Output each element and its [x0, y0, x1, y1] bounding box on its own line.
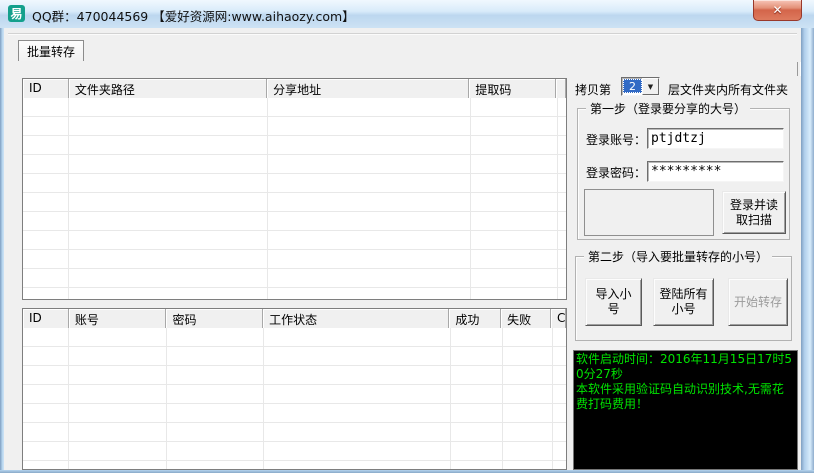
copy-level-prefix-label: 拷贝第: [575, 83, 612, 97]
divider-line: [8, 33, 797, 34]
close-icon: ✕: [772, 3, 783, 17]
step1-groupbox: 第一步（登录要分享的大号） 登录账号： ptjdtzj 登录密码： ******…: [577, 100, 790, 240]
column-header[interactable]: 分享地址: [267, 79, 470, 98]
grid-line: [470, 98, 471, 299]
column-header[interactable]: [556, 79, 566, 98]
window-title: QQ群：470044569 【爱好资源网:www.aihaozy.com】: [32, 9, 355, 24]
step2-title: 第二步（导入要批量转存的小号）: [584, 248, 773, 265]
log-console[interactable]: 软件启动时间：2016年11月15日17时50分27秒 本软件采用验证码自动识别技…: [573, 350, 798, 470]
step1-title: 第一步（登录要分享的大号）: [586, 100, 751, 117]
import-accounts-button[interactable]: 导入小号: [585, 278, 642, 326]
chevron-down-icon[interactable]: ▼: [642, 78, 659, 95]
grid-line: [502, 328, 503, 469]
grid-line: [263, 328, 264, 469]
accounts-table[interactable]: ID 账号 密码 工作状态 成功 失败 C: [22, 308, 567, 470]
column-header[interactable]: ID: [23, 309, 69, 328]
column-header[interactable]: 密码: [166, 309, 264, 328]
grid-line: [450, 328, 451, 469]
panel-edge-line: [797, 62, 801, 76]
grid-line: [68, 328, 69, 469]
copy-level-suffix-label: 层文件夹内所有文件夹: [668, 83, 789, 97]
grid-line: [68, 98, 69, 299]
password-input[interactable]: *********: [647, 161, 784, 182]
window-border-right: [801, 28, 814, 473]
folders-table-body[interactable]: [23, 98, 566, 299]
titlebar[interactable]: 易 QQ群：470044569 【爱好资源网:www.aihaozy.com】 …: [0, 0, 814, 29]
column-header[interactable]: 成功: [449, 309, 502, 328]
column-header[interactable]: C: [551, 309, 566, 328]
accounts-table-header: ID 账号 密码 工作状态 成功 失败 C: [23, 309, 566, 329]
start-transfer-button[interactable]: 开始转存: [728, 278, 788, 326]
column-header[interactable]: 文件夹路径: [68, 79, 268, 98]
column-header[interactable]: 工作状态: [263, 309, 450, 328]
console-line: 本软件采用验证码自动识别技术,无需花费打码费用！: [576, 382, 784, 411]
accounts-table-body[interactable]: [23, 328, 566, 469]
column-header[interactable]: 提取码: [469, 79, 557, 98]
dropdown-selected-value: 2: [623, 79, 642, 93]
account-label: 登录账号：: [586, 133, 647, 147]
copy-level-dropdown[interactable]: 2 ▼: [621, 77, 660, 96]
captcha-image-box: [584, 189, 714, 236]
folders-table-header: ID 文件夹路径 分享地址 提取码: [23, 79, 566, 99]
login-and-scan-button[interactable]: 登录并读取扫描: [722, 191, 786, 234]
grid-line: [557, 98, 558, 299]
account-input[interactable]: ptjdtzj: [647, 128, 784, 149]
step2-groupbox: 第二步（导入要批量转存的小号） 导入小号 登陆所有小号 开始转存: [575, 248, 792, 341]
grid-line: [552, 328, 553, 469]
grid-line: [166, 328, 167, 469]
column-header[interactable]: 账号: [68, 309, 167, 328]
login-all-accounts-button[interactable]: 登陆所有小号: [653, 278, 714, 326]
tab-label: 批量转存: [26, 44, 75, 59]
close-button[interactable]: ✕: [753, 0, 802, 21]
column-header[interactable]: ID: [23, 79, 69, 98]
folders-table[interactable]: ID 文件夹路径 分享地址 提取码: [22, 78, 567, 300]
tab-batch-transfer[interactable]: 批量转存: [18, 40, 84, 61]
app-logo-icon: 易: [8, 5, 25, 22]
grid-line: [267, 98, 268, 299]
column-header[interactable]: 失败: [501, 309, 551, 328]
console-line: 软件启动时间：2016年11月15日17时50分27秒: [576, 352, 792, 381]
password-label: 登录密码：: [586, 166, 647, 180]
app-window: 易 QQ群：470044569 【爱好资源网:www.aihaozy.com】 …: [0, 0, 814, 473]
